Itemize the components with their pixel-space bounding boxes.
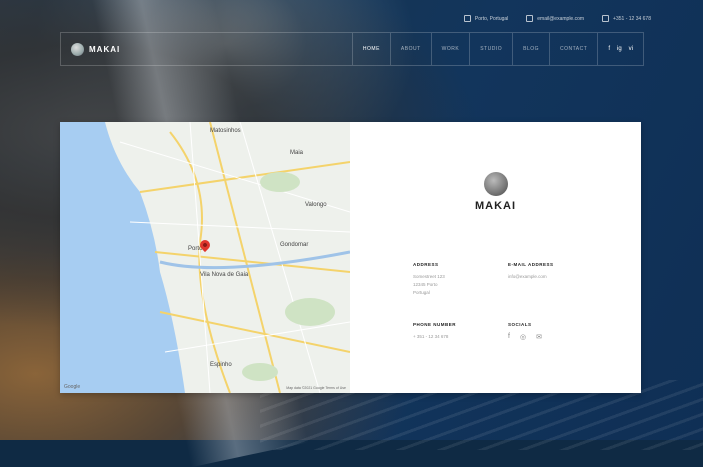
instagram-icon[interactable]: ig xyxy=(617,46,622,52)
map-footer[interactable]: Map data ©2021 Google Terms of Use xyxy=(286,386,346,390)
address-line: Somestreet 123 xyxy=(413,274,445,279)
facebook-icon[interactable]: f xyxy=(608,46,610,52)
address-title: ADDRESS xyxy=(413,262,439,267)
map-graphic xyxy=(60,122,350,393)
email-block: E-MAIL ADDRESS info@example.com xyxy=(508,262,554,281)
email-value[interactable]: info@example.com xyxy=(508,273,554,281)
nav-work[interactable]: WORK xyxy=(430,33,470,65)
vimeo-icon[interactable]: vi xyxy=(629,46,633,52)
map-area-label: Matosinhos xyxy=(210,128,241,134)
brand: MAKAI xyxy=(350,172,641,212)
contact-card: Porto Matosinhos Maia Gondomar Vila Nova… xyxy=(60,122,641,393)
address-line: Portugal xyxy=(413,290,430,295)
map-area-label: Gondomar xyxy=(280,242,309,248)
map-area-label: Espinho xyxy=(210,362,232,368)
top-info-bar: Porto, Portugal email@example.com +351 -… xyxy=(463,15,651,22)
map-area-label: Valongo xyxy=(305,202,327,208)
logo[interactable]: MAKAI xyxy=(71,42,120,56)
nav-studio[interactable]: STUDIO xyxy=(469,33,512,65)
mail-icon[interactable]: ✉ xyxy=(536,333,542,341)
location-icon xyxy=(463,15,471,22)
nav-home[interactable]: HOME xyxy=(351,33,390,65)
map[interactable]: Porto Matosinhos Maia Gondomar Vila Nova… xyxy=(60,122,350,393)
map-area-label: Vila Nova de Gaia xyxy=(200,272,249,278)
email-title: E-MAIL ADDRESS xyxy=(508,262,554,267)
site-header: MAKAI HOME ABOUT WORK STUDIO BLOG CONTAC… xyxy=(60,32,644,66)
phone-icon xyxy=(602,15,610,22)
email-icon xyxy=(526,15,534,22)
nav-blog[interactable]: BLOG xyxy=(512,33,549,65)
phone-block: PHONE NUMBER + 351 - 12 34 678 xyxy=(413,322,456,341)
header-socials: f ig vi xyxy=(597,33,643,65)
socials-block: SOCIALS f ◎ ✉ xyxy=(508,322,542,341)
address-block: ADDRESS Somestreet 123 12345 Porto Portu… xyxy=(413,262,445,297)
phone-title: PHONE NUMBER xyxy=(413,322,457,327)
socials-title: SOCIALS xyxy=(508,322,532,327)
address-line: 12345 Porto xyxy=(413,282,438,287)
top-email[interactable]: email@example.com xyxy=(526,15,584,22)
map-area-label: Maia xyxy=(290,150,304,156)
facebook-icon[interactable]: f xyxy=(508,333,510,341)
contact-info: MAKAI ADDRESS Somestreet 123 12345 Porto… xyxy=(350,122,641,393)
main-nav: HOME ABOUT WORK STUDIO BLOG CONTACT f ig… xyxy=(351,33,643,65)
instagram-icon[interactable]: ◎ xyxy=(520,333,526,341)
top-phone[interactable]: +351 - 12 34 678 xyxy=(602,15,651,22)
top-location: Porto, Portugal xyxy=(463,15,508,22)
nav-about[interactable]: ABOUT xyxy=(389,33,431,65)
google-logo: Google xyxy=(64,384,81,390)
nav-contact[interactable]: CONTACT xyxy=(549,33,597,65)
brand-name: MAKAI xyxy=(474,200,517,212)
phone-value[interactable]: + 351 - 12 34 678 xyxy=(413,333,456,341)
brand-logo-icon xyxy=(483,172,508,196)
socials-row: f ◎ ✉ xyxy=(508,333,542,341)
logo-icon xyxy=(71,42,84,56)
